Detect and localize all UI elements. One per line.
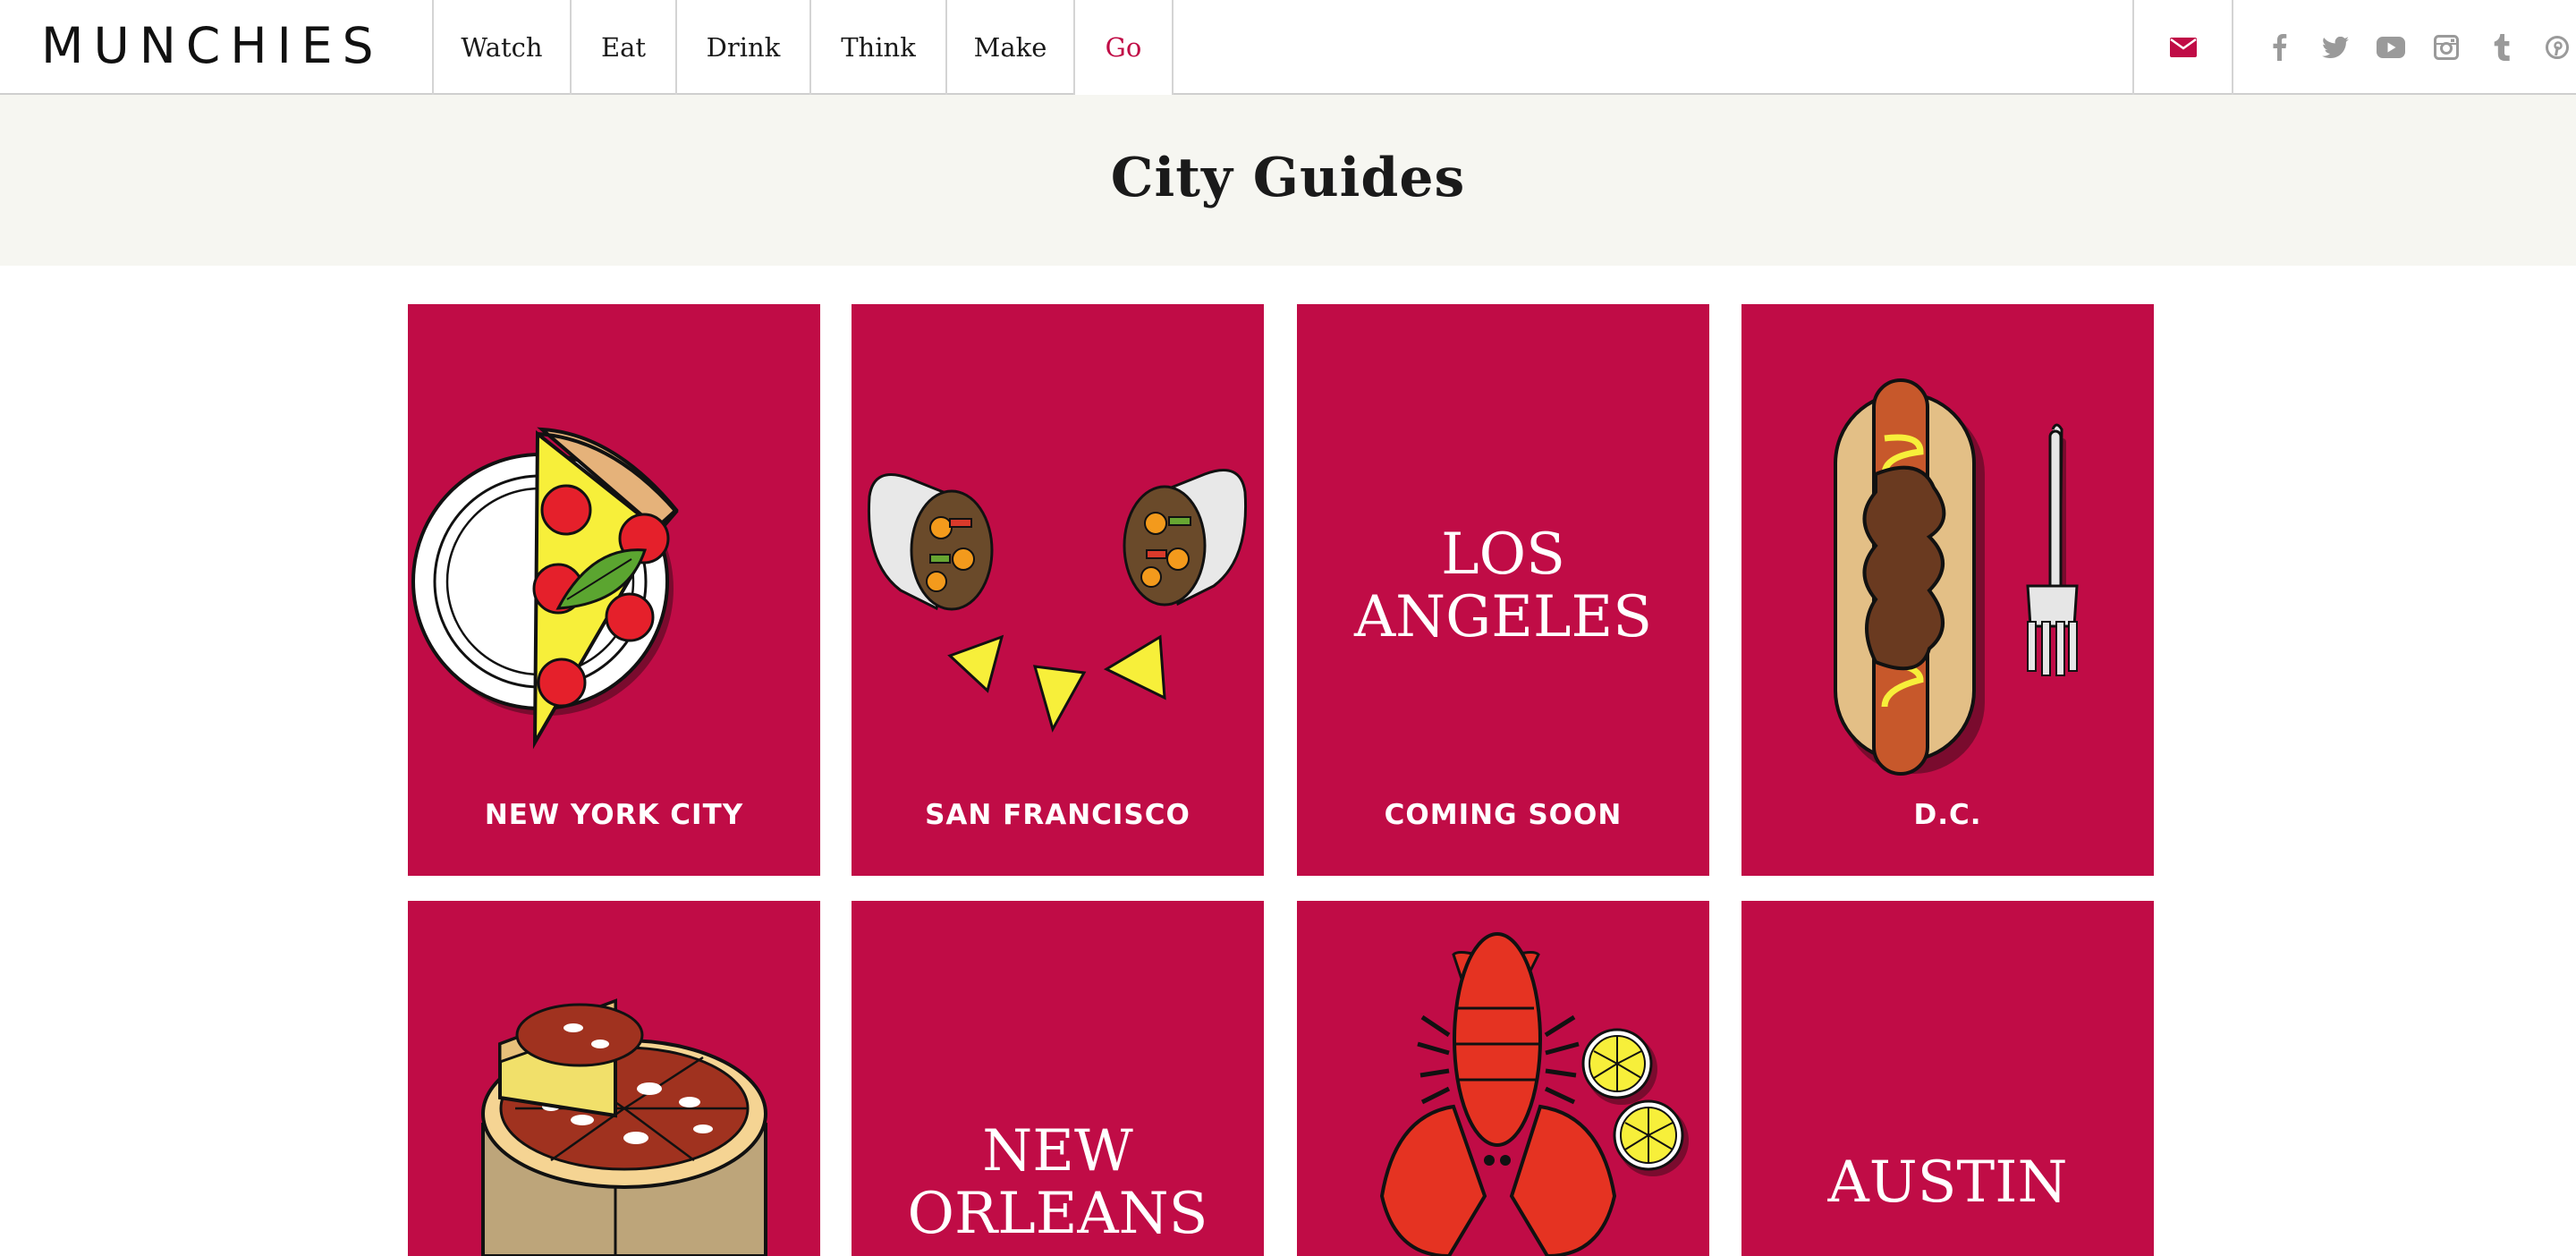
page-title: City Guides bbox=[1110, 146, 1466, 209]
pinterest-icon bbox=[2546, 36, 2569, 59]
site-logo[interactable]: MUNCHIES bbox=[41, 18, 394, 73]
twitter-link[interactable] bbox=[2308, 0, 2363, 95]
city-label: SAN FRANCISCO bbox=[925, 799, 1191, 831]
nav-item-drink[interactable]: Drink bbox=[677, 0, 811, 95]
hot-dog-icon bbox=[1834, 378, 2079, 776]
pizza-slice-icon bbox=[411, 427, 679, 750]
nav-item-watch[interactable]: Watch bbox=[434, 0, 572, 95]
coming-soon-label: COMING SOON bbox=[1384, 799, 1623, 831]
deep-dish-pizza-icon bbox=[481, 998, 767, 1256]
page-title-band: City Guides bbox=[0, 95, 2576, 266]
nav-item-go[interactable]: Go bbox=[1075, 0, 1174, 97]
burrito-icon bbox=[867, 469, 1248, 733]
envelope-icon bbox=[2169, 38, 2197, 57]
facebook-icon bbox=[2273, 34, 2287, 61]
city-card-boston[interactable] bbox=[1297, 901, 1709, 1256]
city-card-san-francisco[interactable]: SAN FRANCISCO bbox=[852, 304, 1264, 876]
nav-item-eat[interactable]: Eat bbox=[572, 0, 677, 95]
city-card-los-angeles[interactable]: LOS ANGELES COMING SOON bbox=[1297, 304, 1709, 876]
pinterest-link[interactable] bbox=[2529, 0, 2576, 95]
main-nav: Watch Eat Drink Think Make Go bbox=[432, 0, 1174, 97]
city-card-chicago[interactable] bbox=[408, 901, 820, 1256]
nav-item-make[interactable]: Make bbox=[947, 0, 1075, 95]
city-name-line-2: ORLEANS bbox=[907, 1181, 1208, 1247]
tumblr-link[interactable] bbox=[2474, 0, 2529, 95]
city-name-line-2: ANGELES bbox=[1353, 584, 1653, 650]
city-name-line-1: NEW bbox=[982, 1118, 1133, 1184]
city-label: NEW YORK CITY bbox=[484, 799, 744, 831]
social-links bbox=[2252, 0, 2576, 95]
newsletter-button[interactable] bbox=[2132, 0, 2233, 95]
youtube-link[interactable] bbox=[2363, 0, 2419, 95]
city-card-new-orleans[interactable]: NEW ORLEANS bbox=[852, 901, 1264, 1256]
nav-item-think[interactable]: Think bbox=[811, 0, 947, 95]
city-name-line-1: LOS bbox=[1441, 522, 1565, 588]
youtube-icon bbox=[2377, 37, 2405, 58]
twitter-icon bbox=[2322, 37, 2349, 58]
city-name-line-1: AUSTIN bbox=[1827, 1150, 2068, 1216]
city-card-austin[interactable]: AUSTIN bbox=[1741, 901, 2154, 1256]
tumblr-icon bbox=[2494, 34, 2510, 61]
instagram-link[interactable] bbox=[2419, 0, 2474, 95]
lobster-icon bbox=[1379, 932, 1689, 1256]
city-card-new-york[interactable]: NEW YORK CITY bbox=[408, 304, 820, 876]
city-card-dc[interactable]: D.C. bbox=[1741, 304, 2154, 876]
facebook-link[interactable] bbox=[2252, 0, 2308, 95]
city-label: D.C. bbox=[1913, 799, 1982, 831]
instagram-icon bbox=[2434, 35, 2459, 60]
site-header: MUNCHIES Watch Eat Drink Think Make Go bbox=[0, 0, 2576, 97]
